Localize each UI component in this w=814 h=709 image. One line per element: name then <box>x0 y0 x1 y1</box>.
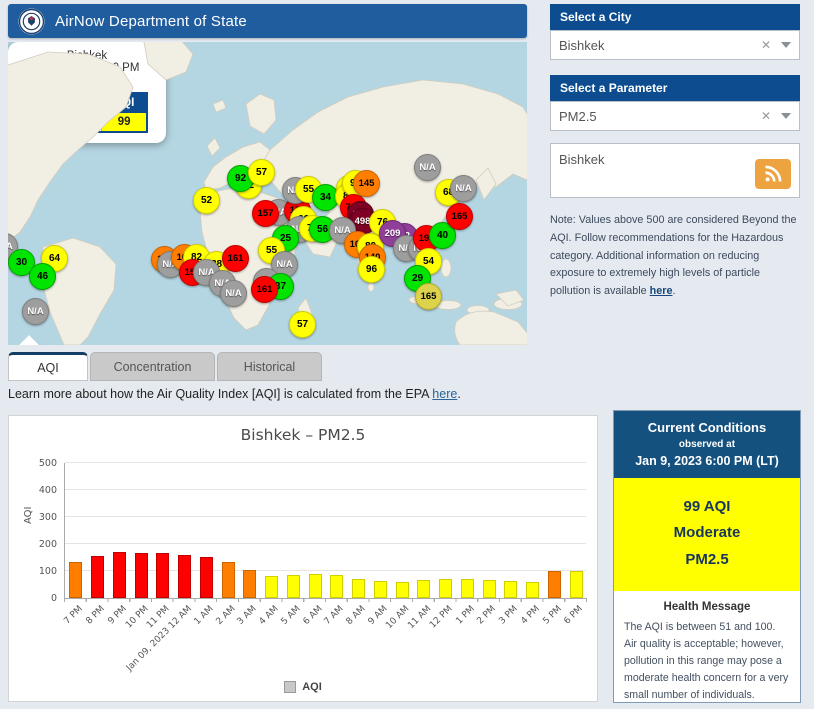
note-suffix: . <box>672 285 675 297</box>
aqi-bar[interactable] <box>352 579 365 598</box>
aqi-bar[interactable] <box>309 574 322 598</box>
aqi-bar[interactable] <box>113 552 126 598</box>
map-marker[interactable]: 57 <box>248 159 275 186</box>
aqi-bar[interactable] <box>69 562 82 598</box>
map-marker[interactable]: 57 <box>289 311 316 338</box>
gridline <box>65 543 586 544</box>
map-marker[interactable]: 165 <box>415 283 442 310</box>
parameter-caret-icon[interactable] <box>781 113 791 119</box>
tab-concentration-label: Concentration <box>114 360 192 374</box>
city-select-value: Bishkek <box>559 38 761 53</box>
aqi-bar[interactable] <box>156 553 169 598</box>
chart-plot <box>64 463 586 598</box>
learn-more-suffix: . <box>457 387 460 401</box>
aqi-bar[interactable] <box>200 557 213 598</box>
health-message-body: The AQI is between 51 and 100. Air quali… <box>624 619 790 703</box>
aqi-bar[interactable] <box>396 582 409 598</box>
map-marker[interactable]: 161 <box>222 245 249 272</box>
observed-at-label: observed at <box>620 439 794 450</box>
city-select[interactable]: Bishkek ✕ <box>550 30 800 60</box>
gridline <box>65 489 586 490</box>
health-message-block: Health Message The AQI is between 51 and… <box>614 591 800 703</box>
y-tick-label: 200 <box>17 539 57 550</box>
current-conditions-title: Current Conditions <box>620 420 794 435</box>
aqi-bar[interactable] <box>483 580 496 598</box>
aqi-bar[interactable] <box>178 555 191 598</box>
learn-more-text: Learn more about how the Air Quality Ind… <box>8 387 461 401</box>
map-marker[interactable]: N/A <box>414 154 441 181</box>
gridline <box>65 516 586 517</box>
aqi-bar[interactable] <box>330 575 343 598</box>
select-parameter-header: Select a Parameter <box>550 75 800 101</box>
aqi-bar[interactable] <box>439 579 452 598</box>
rss-box: Bishkek <box>550 143 800 198</box>
y-tick-label: 300 <box>17 512 57 523</box>
city-clear-icon[interactable]: ✕ <box>761 38 771 52</box>
map-marker[interactable]: 145 <box>353 170 380 197</box>
aqi-bar[interactable] <box>570 571 583 598</box>
current-conditions-panel: Current Conditions observed at Jan 9, 20… <box>613 410 801 703</box>
y-tick-label: 500 <box>17 458 57 469</box>
aqi-bar[interactable] <box>374 581 387 598</box>
chart-legend: AQI <box>9 681 597 693</box>
current-conditions-header: Current Conditions observed at Jan 9, 20… <box>614 411 800 478</box>
aqi-value-line: 99 AQI <box>620 494 794 520</box>
parameter-select[interactable]: PM2.5 ✕ <box>550 101 800 131</box>
tab-aqi[interactable]: AQI <box>8 352 88 381</box>
app-title: AirNow Department of State <box>55 13 247 30</box>
aqi-pollutant-line: PM2.5 <box>620 547 794 573</box>
aqi-bar[interactable] <box>135 553 148 598</box>
aqi-bar[interactable] <box>461 579 474 598</box>
map-marker[interactable]: N/A <box>220 280 247 307</box>
learn-more-here-link[interactable]: here <box>432 387 457 401</box>
gridline <box>65 462 586 463</box>
observed-datetime: Jan 9, 2023 6:00 PM (LT) <box>620 454 794 468</box>
note-text: Note: Values above 500 are considered Be… <box>550 212 802 301</box>
chart-x-ticks <box>64 598 587 602</box>
aqi-summary-block: 99 AQI Moderate PM2.5 <box>614 478 800 591</box>
select-city-header: Select a City <box>550 4 800 30</box>
tab-historical-label: Historical <box>244 360 295 374</box>
health-message-title: Health Message <box>624 601 790 613</box>
learn-more-prefix: Learn more about how the Air Quality Ind… <box>8 387 432 401</box>
map-marker[interactable]: 96 <box>358 256 385 283</box>
y-tick-label: 100 <box>17 566 57 577</box>
map-marker[interactable]: 46 <box>29 263 56 290</box>
map-marker[interactable]: 165 <box>446 203 473 230</box>
y-tick-label: 400 <box>17 485 57 496</box>
y-tick-label: 0 <box>17 593 57 604</box>
tab-aqi-label: AQI <box>37 361 59 375</box>
legend-swatch <box>284 681 296 693</box>
rss-city-label: Bishkek <box>559 152 605 167</box>
map-marker[interactable]: 52 <box>193 187 220 214</box>
aqi-bar[interactable] <box>526 582 539 598</box>
aqi-bar[interactable] <box>91 556 104 598</box>
rss-icon[interactable] <box>755 159 791 189</box>
aqi-category-line: Moderate <box>620 520 794 546</box>
parameter-select-value: PM2.5 <box>559 109 761 124</box>
tab-concentration[interactable]: Concentration <box>90 352 215 381</box>
aqi-bar[interactable] <box>243 570 256 598</box>
aqi-bar-chart: Bishkek – PM2.5 AQI 0100200300400500 7 P… <box>8 415 598 702</box>
map-marker[interactable]: N/A <box>450 175 477 202</box>
city-caret-icon[interactable] <box>781 42 791 48</box>
aqi-bar[interactable] <box>417 580 430 598</box>
tab-historical[interactable]: Historical <box>217 352 322 381</box>
aqi-bar[interactable] <box>265 576 278 598</box>
world-map[interactable]: N/A306446N/A52529257N/A15717266N/A755625… <box>8 42 527 345</box>
app-header: AirNow Department of State <box>8 4 527 38</box>
department-of-state-seal-icon <box>18 8 45 35</box>
aqi-bar[interactable] <box>222 562 235 598</box>
map-marker[interactable]: N/A <box>22 298 49 325</box>
aqi-bar[interactable] <box>504 581 517 598</box>
map-marker[interactable]: 157 <box>252 200 279 227</box>
parameter-clear-icon[interactable]: ✕ <box>761 109 771 123</box>
legend-label: AQI <box>302 681 322 693</box>
note-here-link[interactable]: here <box>650 285 673 297</box>
aqi-bar[interactable] <box>287 575 300 598</box>
map-marker[interactable]: 161 <box>251 276 278 303</box>
chart-title: Bishkek – PM2.5 <box>9 426 597 444</box>
aqi-bar[interactable] <box>548 571 561 598</box>
marker-layer: N/A306446N/A52529257N/A15717266N/A755625… <box>8 42 527 345</box>
